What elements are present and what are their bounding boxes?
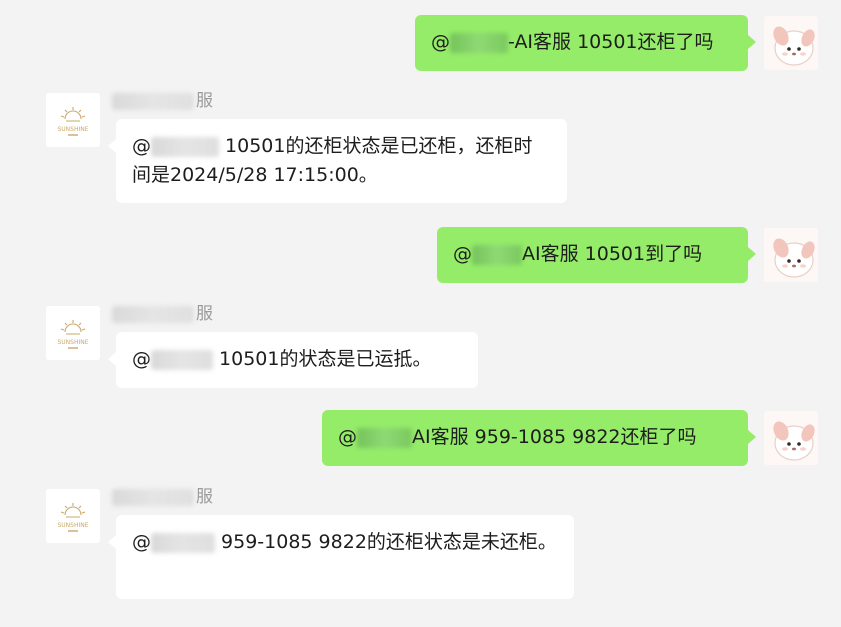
message-bubble-received[interactable]: @ 959-1085 9822的还柜状态是未还柜。: [108, 515, 574, 599]
message-text: AI客服 959-1085 9822还柜了吗: [412, 426, 697, 448]
bot-avatar[interactable]: SUNSHINE: [46, 489, 100, 543]
mention-at: @: [338, 426, 357, 448]
redacted-sender-name: [112, 488, 194, 506]
bot-avatar[interactable]: SUNSHINE: [46, 306, 100, 360]
cartoon-dog-avatar-icon: [764, 16, 818, 70]
mention-at: @: [132, 531, 151, 553]
sunshine-logo-avatar-icon: SUNSHINE: [46, 93, 100, 147]
redacted-mention-name: [151, 349, 213, 370]
user-avatar[interactable]: [764, 411, 818, 465]
mention-at: @: [453, 243, 472, 265]
message-text: 959-1085 9822的还柜状态是未还柜。: [215, 531, 557, 553]
message-text: 10501的状态是已运抵。: [213, 348, 432, 370]
message-text: -AI客服 10501还柜了吗: [508, 31, 714, 53]
sender-name: 服: [112, 86, 213, 111]
logo-text: SUNSHINE: [57, 339, 88, 346]
logo-text: SUNSHINE: [57, 522, 88, 529]
sunshine-logo-avatar-icon: SUNSHINE: [46, 489, 100, 543]
redacted-mention-name: [450, 32, 508, 53]
mention-at: @: [431, 31, 450, 53]
redacted-sender-name: [112, 92, 194, 110]
sunshine-logo-avatar-icon: SUNSHINE: [46, 306, 100, 360]
sender-name: 服: [112, 299, 213, 324]
message-bubble-sent[interactable]: @ -AI客服 10501还柜了吗: [415, 15, 756, 71]
redacted-mention-name: [472, 244, 522, 265]
redacted-mention-name: [151, 136, 219, 157]
mention-at: @: [132, 135, 151, 157]
cartoon-dog-avatar-icon: [764, 228, 818, 282]
user-avatar[interactable]: [764, 16, 818, 70]
logo-text: SUNSHINE: [57, 126, 88, 133]
redacted-sender-name: [112, 305, 194, 323]
redacted-mention-name: [151, 532, 215, 553]
sender-name: 服: [112, 482, 213, 507]
message-bubble-received[interactable]: @ 10501的状态是已运抵。: [108, 332, 478, 388]
message-text: AI客服 10501到了吗: [522, 243, 703, 265]
user-avatar[interactable]: [764, 228, 818, 282]
message-bubble-sent[interactable]: @ AI客服 959-1085 9822还柜了吗: [322, 410, 756, 466]
mention-at: @: [132, 348, 151, 370]
message-bubble-received[interactable]: @ 10501的还柜状态是已还柜，还柜时间是2024/5/28 17:15:00…: [108, 119, 567, 203]
message-bubble-sent[interactable]: @ AI客服 10501到了吗: [437, 227, 756, 283]
bot-avatar[interactable]: SUNSHINE: [46, 93, 100, 147]
cartoon-dog-avatar-icon: [764, 411, 818, 465]
redacted-mention-name: [357, 427, 412, 448]
